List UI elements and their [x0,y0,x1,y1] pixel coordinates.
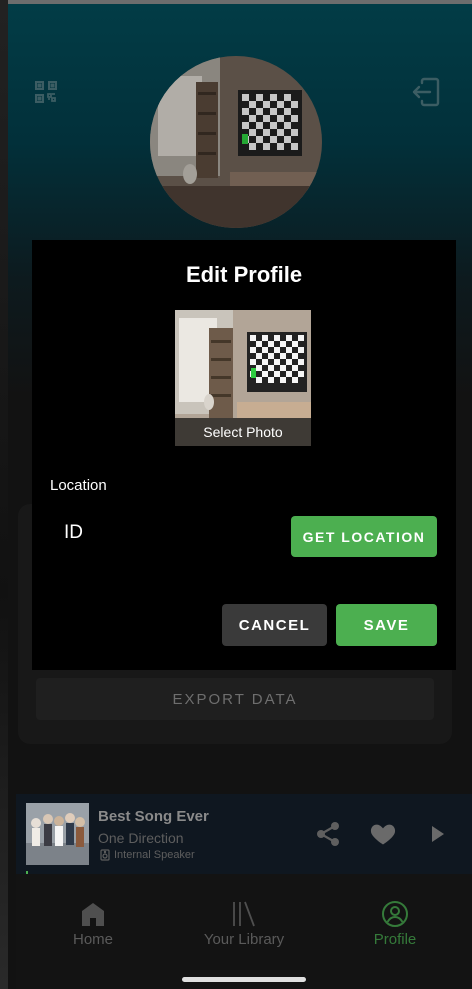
speaker-icon [100,849,110,861]
like-button[interactable] [369,820,397,848]
share-button[interactable] [314,820,342,848]
export-data-button[interactable]: EXPORT DATA [36,678,434,720]
nav-library-label: Your Library [203,931,285,948]
get-location-button[interactable]: GET LOCATION [291,516,437,557]
nav-your-library[interactable]: Your Library [195,900,293,948]
output-device: Internal Speaker [100,849,195,861]
play-icon [432,826,444,842]
qr-code-button[interactable] [30,76,62,108]
track-title: Best Song Ever [98,808,209,825]
heart-icon [370,824,396,845]
track-artist: One Direction [98,830,184,846]
screen: EXPORT DATA Edit Profile Select Photo Lo… [0,0,472,989]
dialog-title: Edit Profile [185,262,303,287]
output-device-label: Internal Speaker [114,849,195,861]
play-button[interactable] [428,822,448,846]
location-label: Location [50,477,107,494]
qr-code-icon [35,81,57,103]
nav-profile-label: Profile [373,931,417,948]
profile-icon [382,901,408,927]
cancel-button[interactable]: CANCEL [222,604,327,646]
nav-home-label: Home [72,931,113,948]
library-icon [233,901,255,927]
device-edge [0,0,8,989]
nav-profile[interactable]: Profile [360,900,430,948]
album-art [26,803,89,865]
home-indicator [182,977,306,982]
nav-home[interactable]: Home [58,900,128,948]
logout-icon [412,77,440,107]
share-icon [317,822,339,846]
select-photo-button[interactable]: Select Photo [175,310,311,446]
select-photo-caption: Select Photo [175,418,311,446]
logout-button[interactable] [408,74,444,110]
location-value[interactable]: ID [64,522,83,544]
profile-avatar[interactable] [150,56,322,228]
save-button[interactable]: SAVE [336,604,437,646]
home-icon [82,903,104,926]
album-art-image [26,803,89,865]
room-photo-image [150,56,322,228]
